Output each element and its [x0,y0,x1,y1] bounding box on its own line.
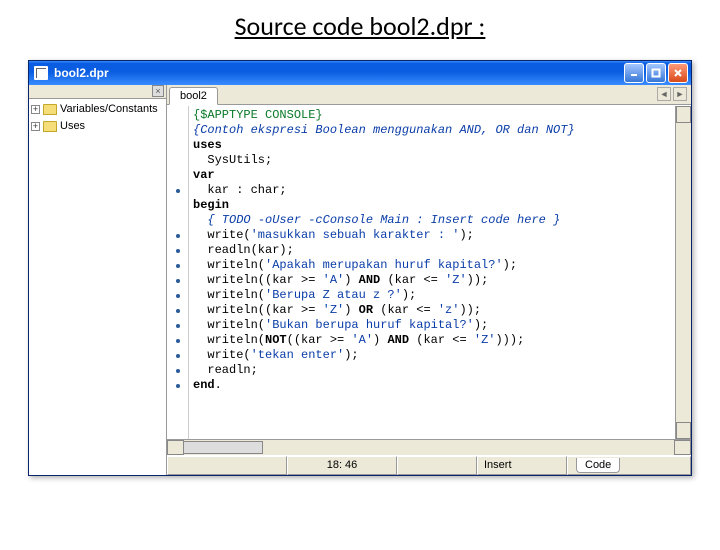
gutter-row[interactable] [167,168,188,183]
expand-icon[interactable]: + [31,122,40,131]
gutter-row[interactable] [167,183,188,198]
code-line[interactable]: { TODO -oUser -cConsole Main : Insert co… [193,213,671,228]
code-explorer-panel: × + Variables/Constants + Uses [29,85,167,475]
gutter-row[interactable] [167,333,188,348]
gutter-row[interactable] [167,153,188,168]
tree-item[interactable]: + Uses [31,118,164,134]
code-line[interactable]: write('tekan enter'); [193,348,671,363]
maximize-button[interactable] [646,63,666,83]
tree-items: + Variables/Constants + Uses [29,99,166,137]
status-tabs: Code [567,456,691,475]
folder-icon [43,104,57,115]
code-line[interactable]: writeln(NOT((kar >= 'A') AND (kar <= 'Z'… [193,333,671,348]
gutter-row[interactable] [167,138,188,153]
editor-panel: bool2 ◄ ► {$APPTYPE CONSOLE}{Contoh eksp… [167,85,691,475]
gutter-row[interactable] [167,258,188,273]
vertical-scrollbar[interactable] [675,106,691,439]
executable-marker-icon [176,324,180,328]
gutter-row[interactable] [167,378,188,393]
gutter-row[interactable] [167,108,188,123]
code-line[interactable]: write('masukkan sebuah karakter : '); [193,228,671,243]
file-icon [34,66,48,80]
nav-back-button[interactable]: ◄ [657,87,671,101]
code-line[interactable]: readln(kar); [193,243,671,258]
gutter-row[interactable] [167,243,188,258]
panel-close-button[interactable]: × [152,85,164,97]
scrollbar-thumb[interactable] [183,441,263,454]
executable-marker-icon [176,309,180,313]
gutter-row[interactable] [167,273,188,288]
code-line[interactable]: begin [193,198,671,213]
executable-marker-icon [176,189,180,193]
horizontal-scrollbar[interactable] [167,439,691,455]
executable-marker-icon [176,279,180,283]
code-line[interactable]: readln; [193,363,671,378]
ide-window: bool2.dpr × + Variables/Constants + Uses bo… [28,60,692,476]
gutter-row[interactable] [167,228,188,243]
tree-label: Uses [60,120,85,132]
cursor-position: 18: 46 [287,456,397,475]
code-line[interactable]: end. [193,378,671,393]
code-area[interactable]: {$APPTYPE CONSOLE}{Contoh ekspresi Boole… [189,106,675,439]
status-bar: 18: 46 Insert Code [167,455,691,475]
code-line[interactable]: writeln((kar >= 'Z') OR (kar <= 'z')); [193,303,671,318]
tree-item[interactable]: + Variables/Constants [31,101,164,117]
window-title: bool2.dpr [54,66,624,80]
code-line[interactable]: uses [193,138,671,153]
gutter-row[interactable] [167,348,188,363]
code-line[interactable]: writeln('Apakah merupakan huruf kapital?… [193,258,671,273]
page-title: Source code bool2.dpr : [0,10,720,42]
gutter-row[interactable] [167,198,188,213]
gutter-row[interactable] [167,303,188,318]
executable-marker-icon [176,369,180,373]
status-blank1 [167,456,287,475]
code-line[interactable]: {$APPTYPE CONSOLE} [193,108,671,123]
titlebar[interactable]: bool2.dpr [29,61,691,85]
minimize-button[interactable] [624,63,644,83]
code-line[interactable]: {Contoh ekspresi Boolean menggunakan AND… [193,123,671,138]
tree-label: Variables/Constants [60,103,158,115]
close-button[interactable] [668,63,688,83]
executable-marker-icon [176,384,180,388]
view-code-tab[interactable]: Code [576,458,620,473]
executable-marker-icon [176,294,180,298]
gutter [167,106,189,439]
insert-mode: Insert [477,456,567,475]
gutter-row[interactable] [167,363,188,378]
code-line[interactable]: writeln('Berupa Z atau z ?'); [193,288,671,303]
code-line[interactable]: SysUtils; [193,153,671,168]
code-line[interactable]: writeln('Bukan berupa huruf kapital?'); [193,318,671,333]
executable-marker-icon [176,339,180,343]
editor-tab[interactable]: bool2 [169,87,218,105]
editor-tabs: bool2 ◄ ► [167,85,691,105]
status-blank2 [397,456,477,475]
gutter-row[interactable] [167,318,188,333]
code-line[interactable]: writeln((kar >= 'A') AND (kar <= 'Z')); [193,273,671,288]
executable-marker-icon [176,234,180,238]
gutter-row[interactable] [167,288,188,303]
executable-marker-icon [176,264,180,268]
executable-marker-icon [176,354,180,358]
expand-icon[interactable]: + [31,105,40,114]
executable-marker-icon [176,249,180,253]
code-line[interactable]: var [193,168,671,183]
folder-icon [43,121,57,132]
gutter-row[interactable] [167,213,188,228]
gutter-row[interactable] [167,123,188,138]
code-line[interactable]: kar : char; [193,183,671,198]
nav-forward-button[interactable]: ► [673,87,687,101]
